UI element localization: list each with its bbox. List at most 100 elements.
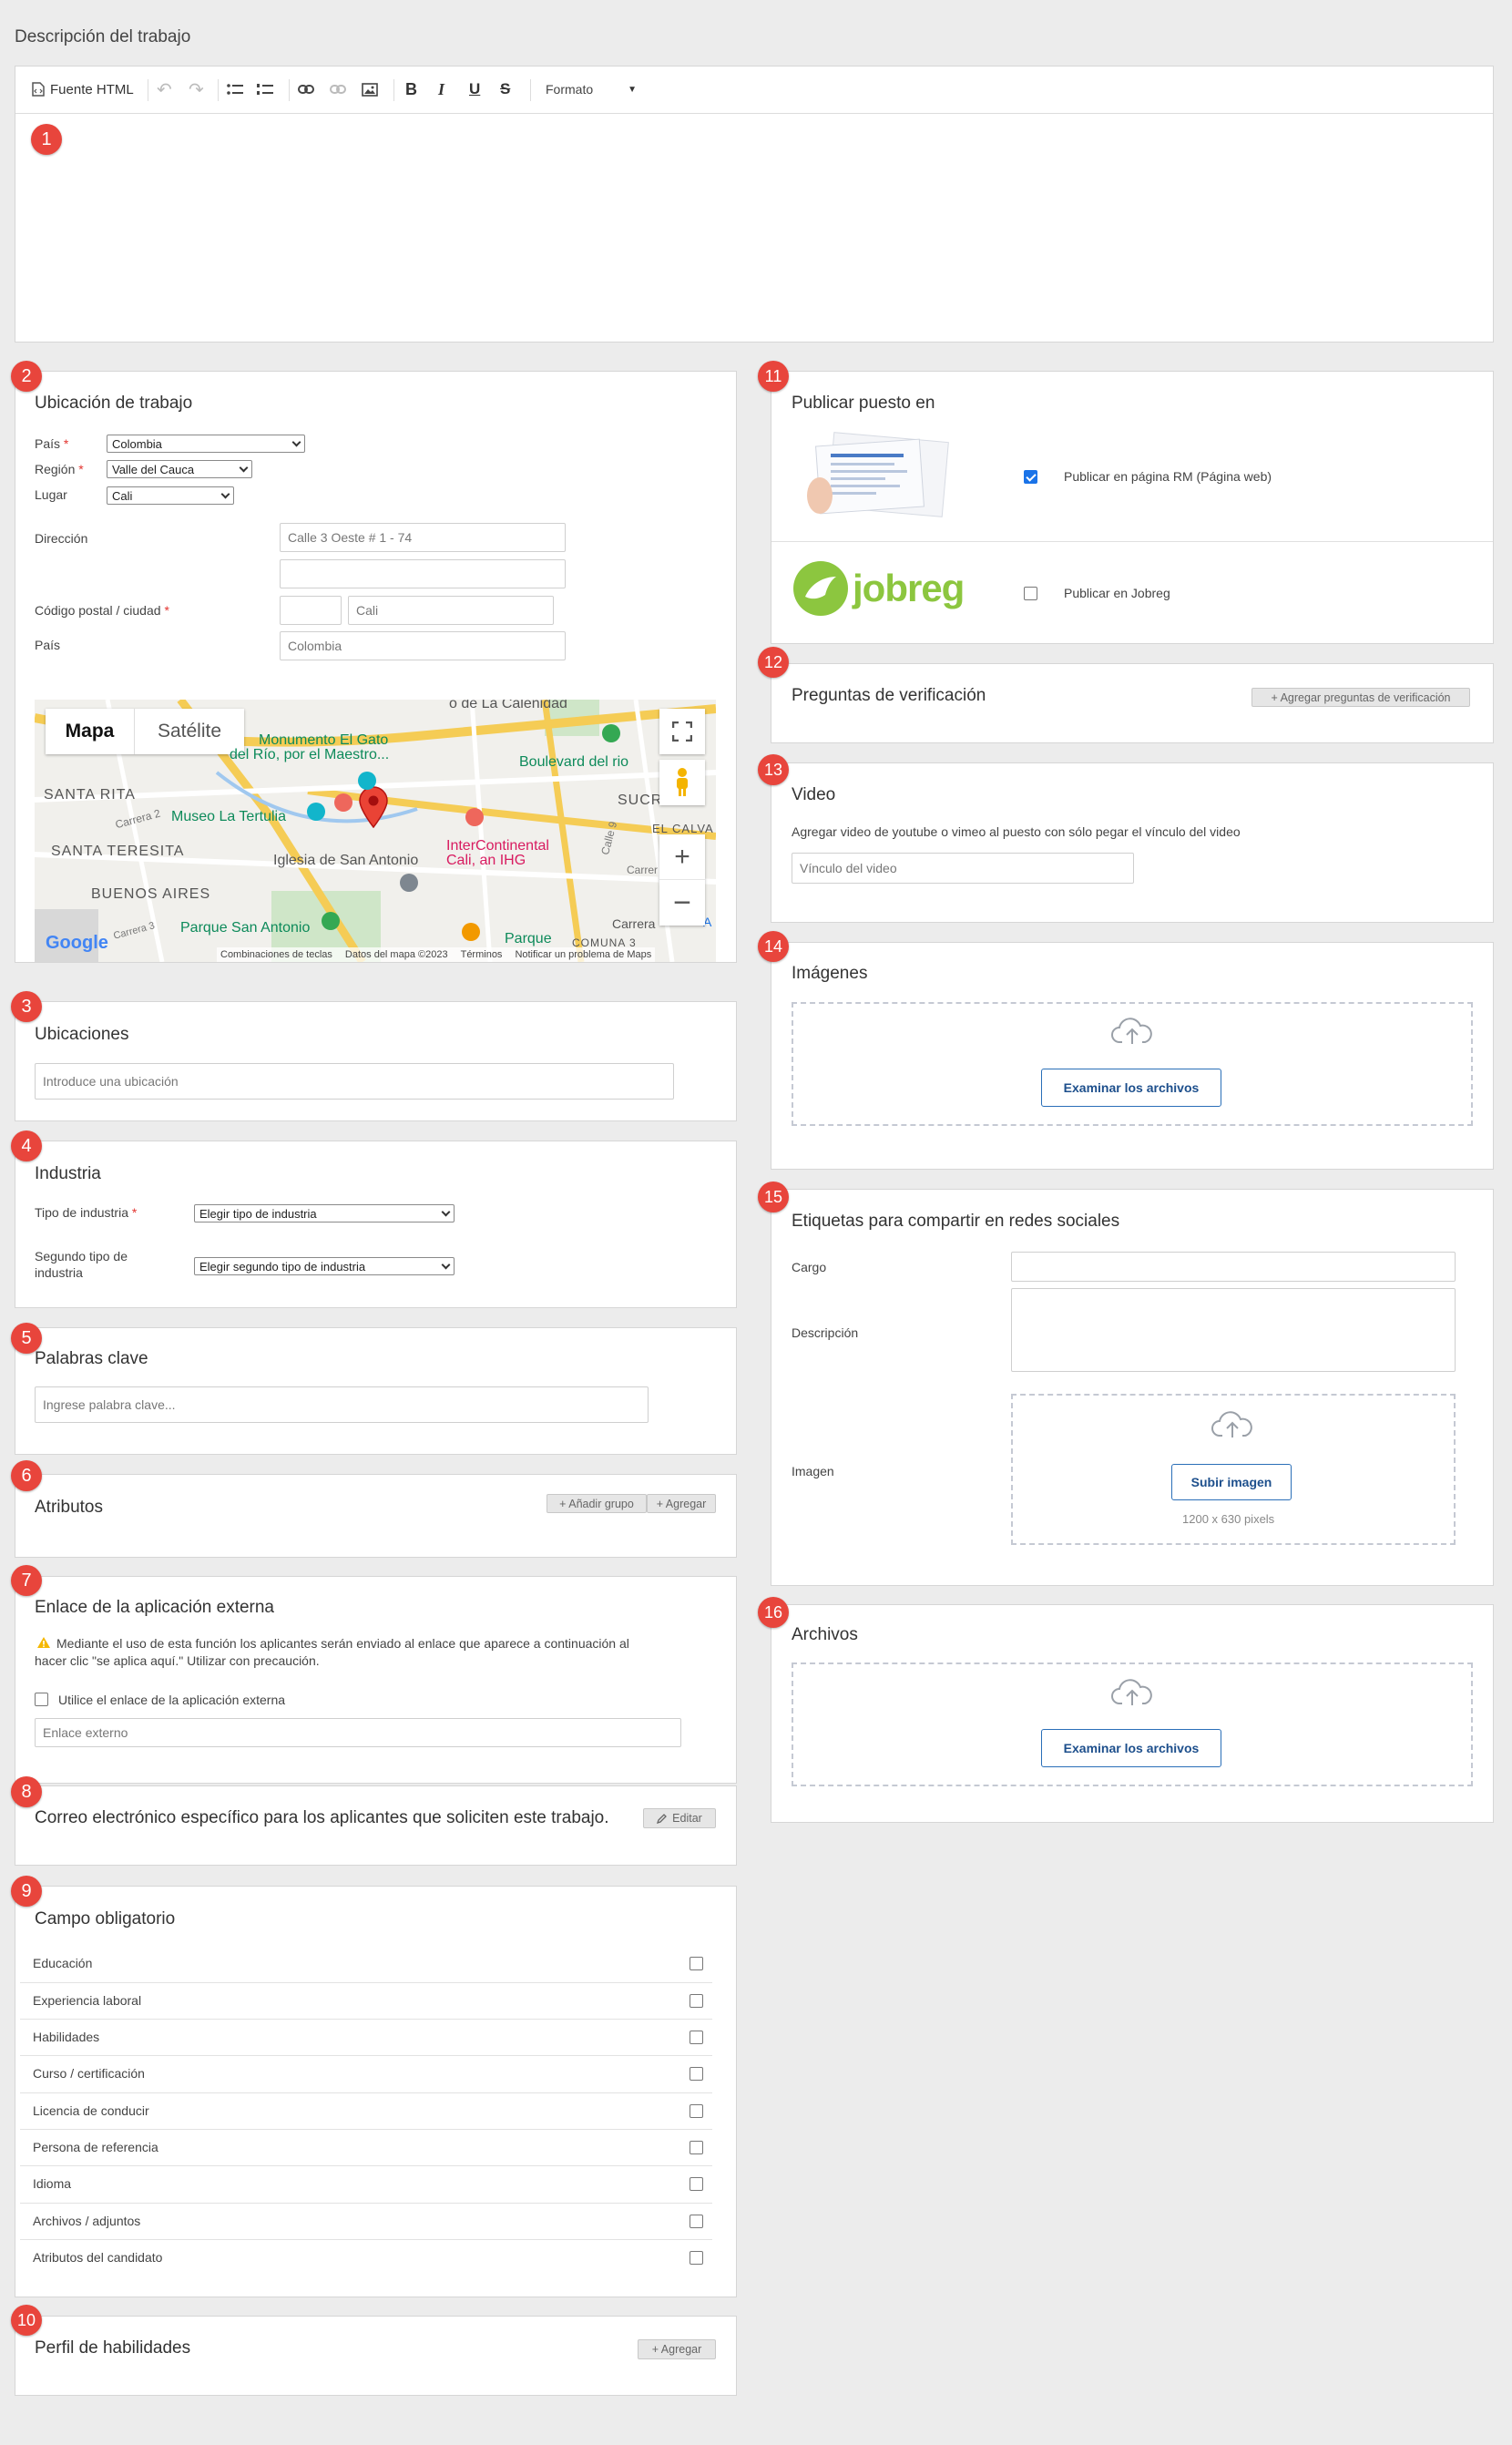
external-link-input[interactable]: Enlace externo <box>35 1718 681 1747</box>
list-item: Atributos del candidato <box>33 2250 163 2265</box>
address-input[interactable]: Calle 3 Oeste # 1 - 74 <box>280 523 566 552</box>
map-keys-link[interactable]: Combinaciones de teclas <box>220 949 332 960</box>
badge-9: 9 <box>11 1876 42 1907</box>
industry-type-value: Elegir tipo de industria <box>199 1206 317 1221</box>
publish-jobreg-checkbox[interactable] <box>1024 587 1037 600</box>
city-input[interactable]: Cali <box>348 596 554 625</box>
divider <box>20 2203 712 2204</box>
italic-button[interactable]: I <box>438 66 444 112</box>
link-button[interactable] <box>298 66 314 112</box>
undo-button[interactable]: ↶ <box>157 66 172 112</box>
address-line2-input[interactable] <box>280 559 566 588</box>
google-logo: Google <box>46 933 108 953</box>
strike-button[interactable]: S <box>500 66 510 112</box>
badge-12: 12 <box>758 647 789 678</box>
list-item: Educación <box>33 1956 93 1970</box>
bold-button[interactable]: B <box>405 66 417 112</box>
divider <box>20 2092 712 2093</box>
redo-button[interactable]: ↷ <box>189 66 204 112</box>
unlink-button[interactable] <box>330 66 346 112</box>
add-attribute-button[interactable]: + Agregar <box>647 1494 716 1513</box>
underline-button[interactable]: U <box>469 66 480 112</box>
ubicaciones-panel <box>15 1001 737 1121</box>
mandatory-checkbox-skills[interactable] <box>690 2031 703 2044</box>
badge-7: 7 <box>11 1565 42 1596</box>
list-item: Habilidades <box>33 2030 100 2044</box>
zoom-out-button[interactable]: − <box>659 880 705 926</box>
video-link-input[interactable]: Vínculo del video <box>792 853 1134 884</box>
browse-images-button[interactable]: Examinar los archivos <box>1041 1069 1221 1107</box>
add-group-button[interactable]: + Añadir grupo <box>547 1494 647 1513</box>
badge-16: 16 <box>758 1597 789 1628</box>
second-industry-select[interactable]: Elegir segundo tipo de industria <box>194 1257 455 1275</box>
map-label: o de La Calenidad <box>449 700 567 711</box>
edit-email-button[interactable]: Editar <box>643 1808 716 1828</box>
image-button[interactable] <box>362 66 378 112</box>
publish-rm-label: Publicar en página RM (Página web) <box>1064 469 1272 484</box>
video-panel <box>771 762 1494 923</box>
second-industry-value: Elegir segundo tipo de industria <box>199 1259 366 1274</box>
industry-title: Industria <box>35 1164 101 1183</box>
map-report-link[interactable]: Notificar un problema de Maps <box>515 949 651 960</box>
bullet-list-icon <box>227 84 243 95</box>
chevron-down-icon <box>441 1207 451 1216</box>
map-footer: Combinaciones de teclas Datos del mapa ©… <box>217 947 656 962</box>
map-label: Cali, an IHG <box>446 853 526 868</box>
social-cargo-input[interactable] <box>1011 1252 1456 1282</box>
mandatory-checkbox-education[interactable] <box>690 1957 703 1970</box>
source-html-button[interactable]: Fuente HTML <box>32 66 134 112</box>
mandatory-checkbox-reference[interactable] <box>690 2141 703 2154</box>
social-description-textarea[interactable] <box>1011 1288 1456 1372</box>
external-link-checkbox[interactable] <box>35 1693 48 1706</box>
keyword-input[interactable]: Ingrese palabra clave... <box>35 1386 649 1423</box>
toolbar-separator <box>218 79 219 101</box>
mandatory-checkbox-experience[interactable] <box>690 1994 703 2008</box>
badge-14: 14 <box>758 931 789 962</box>
second-industry-label-line1: Segundo tipo de <box>35 1249 128 1263</box>
location-search-input[interactable]: Introduce una ubicación <box>35 1063 674 1100</box>
browse-files-button[interactable]: Examinar los archivos <box>1041 1729 1221 1767</box>
mandatory-checkbox-license[interactable] <box>690 2104 703 2118</box>
add-verification-button[interactable]: + Agregar preguntas de verificación <box>1251 688 1470 707</box>
industry-type-select[interactable]: Elegir tipo de industria <box>194 1204 455 1222</box>
jobreg-logo-text: jobreg <box>853 567 965 609</box>
map-poi-icon <box>322 912 340 930</box>
map-poi-icon <box>307 803 325 821</box>
unlink-icon <box>330 85 346 94</box>
region-select[interactable]: Valle del Cauca <box>107 460 252 478</box>
mandatory-checkbox-course[interactable] <box>690 2067 703 2081</box>
country-input[interactable]: Colombia <box>280 631 566 660</box>
zoom-in-button[interactable]: + <box>659 834 705 880</box>
place-value: Cali <box>112 488 133 503</box>
jobreg-logo-icon <box>793 561 848 616</box>
email-title: Correo electrónico específico para los a… <box>35 1808 609 1827</box>
description-editor: Fuente HTML ↶ ↷ B I U S Formato ▼ <box>15 66 1494 343</box>
map-poi-icon <box>358 772 376 790</box>
format-dropdown[interactable]: Formato ▼ <box>546 66 637 112</box>
editor-content[interactable] <box>15 114 1493 342</box>
source-icon <box>32 82 45 97</box>
map-tab[interactable]: Mapa <box>46 709 135 754</box>
numbered-list-button[interactable] <box>257 66 273 112</box>
map-terms-link[interactable]: Términos <box>461 949 503 960</box>
bullet-list-button[interactable] <box>227 66 243 112</box>
satellite-tab[interactable]: Satélite <box>135 709 244 754</box>
map-pin-icon <box>359 786 388 828</box>
external-link-title: Enlace de la aplicación externa <box>35 1598 275 1617</box>
mandatory-checkbox-language[interactable] <box>690 2177 703 2191</box>
mandatory-checkbox-attributes[interactable] <box>690 2251 703 2265</box>
fullscreen-button[interactable] <box>659 709 705 754</box>
upload-image-button[interactable]: Subir imagen <box>1171 1464 1292 1500</box>
street-view-button[interactable] <box>659 760 705 805</box>
divider <box>20 2019 712 2020</box>
postal-code-input[interactable] <box>280 596 342 625</box>
add-skill-button[interactable]: + Agregar <box>638 2339 716 2359</box>
map[interactable]: Mapa Satélite o de La Calenidad Monument… <box>35 700 716 962</box>
verification-title: Preguntas de verificación <box>792 686 986 705</box>
mandatory-checkbox-files[interactable] <box>690 2215 703 2228</box>
postal-label-text: Código postal / ciudad <box>35 603 161 618</box>
place-select[interactable]: Cali <box>107 486 234 505</box>
publish-rm-checkbox[interactable] <box>1024 470 1037 484</box>
country-select[interactable]: Colombia <box>107 435 305 453</box>
map-poi-icon <box>462 923 480 941</box>
